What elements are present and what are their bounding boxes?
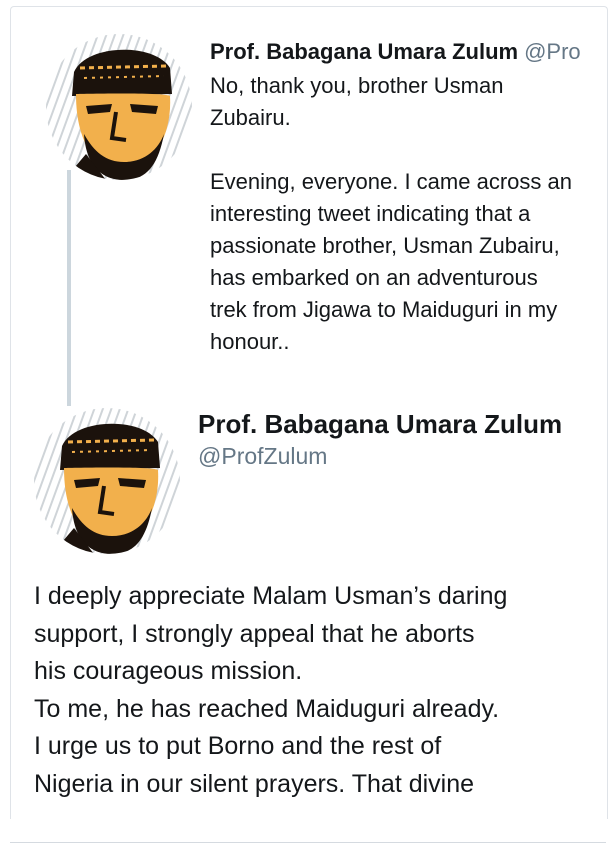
tweet-text-line: Nigeria in our silent prayers. That divi… (34, 769, 475, 798)
main-tweet-text: I deeply appreciate Malam Usman’s daring… (34, 578, 594, 804)
tweet-text-line: support, I strongly appeal that he abort… (34, 619, 475, 648)
quoted-tweet-header: Prof. Babagana Umara Zulum @Pro (210, 38, 600, 66)
quoted-author-name[interactable]: Prof. Babagana Umara Zulum (210, 39, 518, 64)
divider (10, 842, 606, 843)
tweet-text-line: To me, he has reached Maiduguri already. (34, 694, 500, 723)
quoted-tweet-text: No, thank you, brother Usman Zubairu. Ev… (210, 70, 580, 358)
avatar-illustration (34, 408, 180, 554)
main-author-handle[interactable]: @ProfZulum (198, 442, 327, 470)
main-author-avatar[interactable] (34, 408, 180, 554)
quoted-tweet-paragraph: No, thank you, brother Usman Zubairu. (210, 73, 504, 130)
tweet-text-line: I deeply appreciate Malam Usman’s daring (34, 582, 508, 610)
quoted-author-avatar[interactable] (46, 34, 192, 180)
main-author-name[interactable]: Prof. Babagana Umara Zulum (198, 408, 562, 440)
avatar-illustration (46, 34, 192, 180)
tweet-text-line: his courageous mission. (34, 657, 303, 686)
tweet-text-line: I urge us to put Borno and the rest of (34, 732, 442, 761)
quoted-tweet-paragraph: Evening, everyone. I came across an inte… (210, 169, 572, 354)
thread-connector-line (67, 170, 71, 406)
quoted-author-handle[interactable]: @Pro (524, 39, 581, 64)
